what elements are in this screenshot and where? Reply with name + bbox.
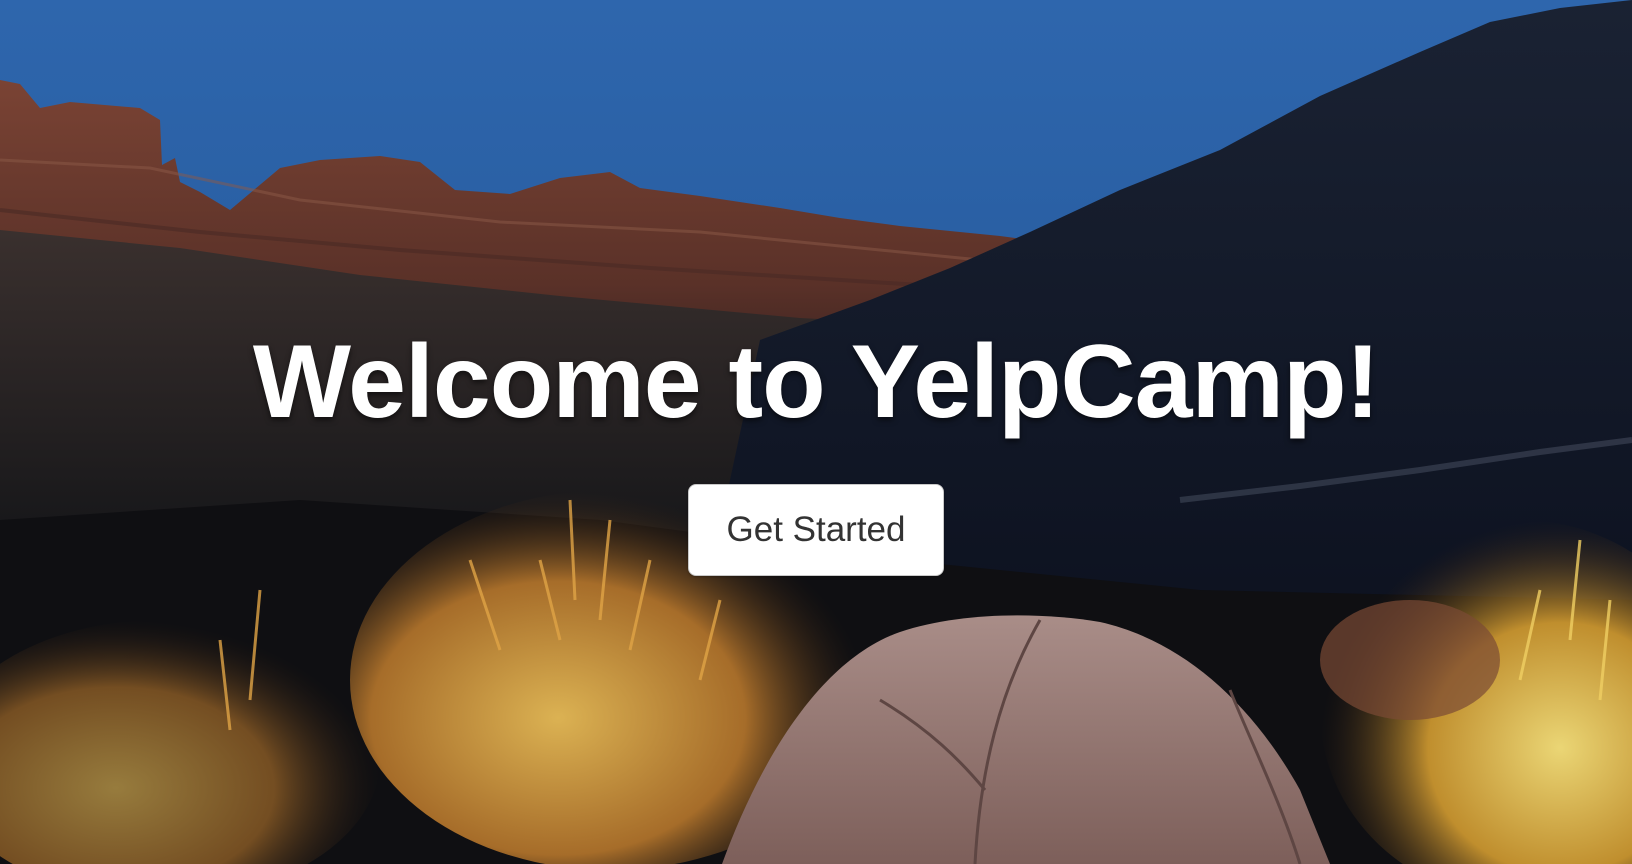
get-started-button[interactable]: Get Started: [688, 484, 944, 576]
landing-page: Welcome to YelpCamp! Get Started: [0, 0, 1632, 864]
hero-section: Welcome to YelpCamp! Get Started: [0, 318, 1632, 576]
page-title: Welcome to YelpCamp!: [252, 324, 1380, 440]
